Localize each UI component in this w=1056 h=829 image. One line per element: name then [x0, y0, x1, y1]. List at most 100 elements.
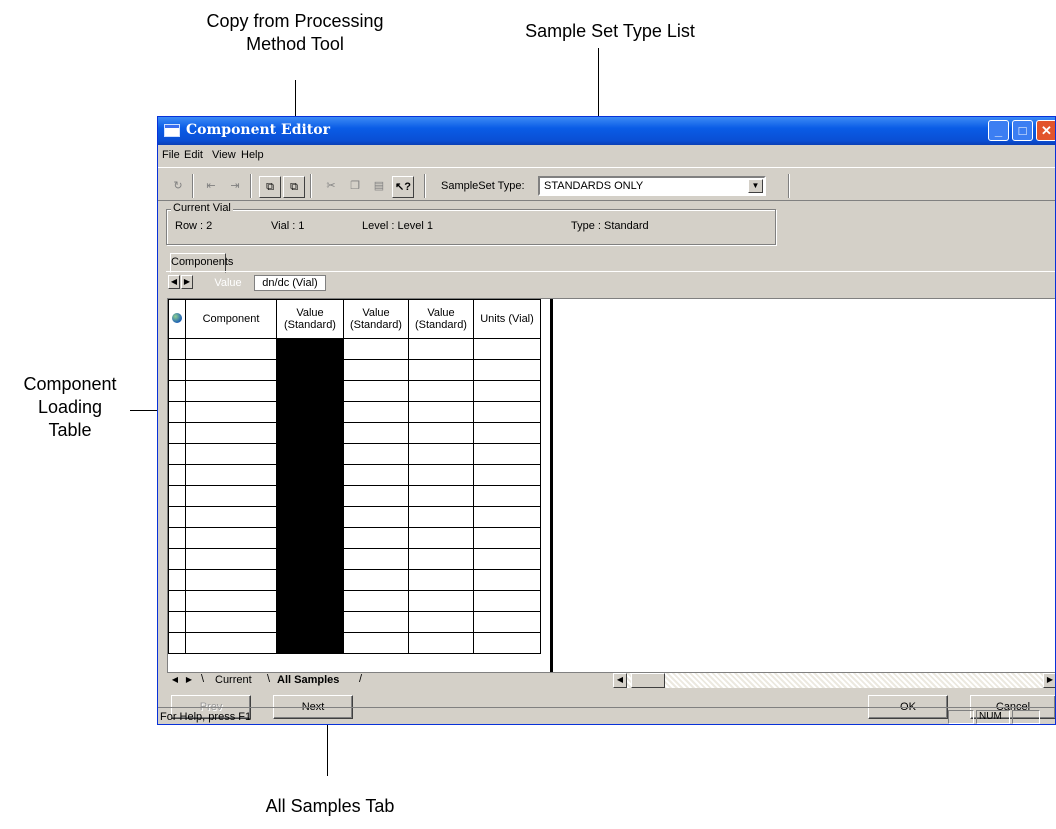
component-cell[interactable]: [185, 527, 277, 549]
close-button[interactable]: ✕: [1036, 120, 1055, 141]
scrollbar-thumb[interactable]: [631, 673, 665, 688]
value-standard-cell[interactable]: [343, 485, 409, 507]
value-standard-cell[interactable]: [408, 338, 474, 360]
value-standard-cell[interactable]: [408, 359, 474, 381]
menu-file[interactable]: File: [162, 149, 180, 161]
header-component[interactable]: Component: [185, 299, 277, 339]
refresh-icon[interactable]: ↻: [167, 176, 189, 198]
value-standard-cell[interactable]: [276, 611, 344, 633]
horizontal-scrollbar[interactable]: ◀ ▶: [613, 673, 1055, 688]
component-cell[interactable]: [185, 359, 277, 381]
component-cell[interactable]: [185, 422, 277, 444]
value-standard-cell[interactable]: [343, 380, 409, 402]
table-row[interactable]: [168, 359, 541, 381]
row-header-cell[interactable]: [168, 527, 186, 549]
sheet-scroll-right-icon[interactable]: ▶: [183, 674, 195, 688]
tab-value[interactable]: Value: [204, 275, 252, 291]
units-vial-cell[interactable]: [473, 527, 541, 549]
value-standard-cell[interactable]: [343, 548, 409, 570]
value-standard-cell[interactable]: [343, 569, 409, 591]
row-header-cell[interactable]: [168, 464, 186, 486]
units-vial-cell[interactable]: [473, 401, 541, 423]
header-units-vial[interactable]: Units (Vial): [473, 299, 541, 339]
value-standard-cell[interactable]: [343, 401, 409, 423]
value-standard-cell[interactable]: [408, 569, 474, 591]
value-standard-cell[interactable]: [408, 548, 474, 570]
row-header-cell[interactable]: [168, 548, 186, 570]
units-vial-cell[interactable]: [473, 548, 541, 570]
row-header-cell[interactable]: [168, 338, 186, 360]
table-row[interactable]: [168, 464, 541, 486]
component-cell[interactable]: [185, 401, 277, 423]
header-value-standard-2[interactable]: Value (Standard): [343, 299, 409, 339]
row-header-cell[interactable]: [168, 611, 186, 633]
table-row[interactable]: [168, 590, 541, 612]
table-row[interactable]: [168, 527, 541, 549]
table-row[interactable]: [168, 548, 541, 570]
component-cell[interactable]: [185, 443, 277, 465]
units-vial-cell[interactable]: [473, 338, 541, 360]
value-standard-cell[interactable]: [408, 590, 474, 612]
row-header-cell[interactable]: [168, 443, 186, 465]
menu-view[interactable]: View: [212, 149, 236, 161]
value-standard-cell[interactable]: [276, 590, 344, 612]
chevron-down-icon[interactable]: ▼: [748, 179, 763, 193]
units-vial-cell[interactable]: [473, 569, 541, 591]
value-standard-cell[interactable]: [343, 527, 409, 549]
units-vial-cell[interactable]: [473, 464, 541, 486]
row-header-cell[interactable]: [168, 632, 186, 654]
value-standard-cell[interactable]: [276, 401, 344, 423]
menu-help[interactable]: Help: [241, 149, 264, 161]
row-header-cell[interactable]: [168, 359, 186, 381]
scroll-left-icon[interactable]: ◀: [613, 673, 627, 688]
table-row[interactable]: [168, 380, 541, 402]
value-standard-cell[interactable]: [276, 464, 344, 486]
row-header-cell[interactable]: [168, 590, 186, 612]
table-row[interactable]: [168, 569, 541, 591]
component-cell[interactable]: [185, 506, 277, 528]
component-cell[interactable]: [185, 632, 277, 654]
maximize-button[interactable]: □: [1012, 120, 1033, 141]
copy-to-processing-method-icon[interactable]: ⧉: [283, 176, 305, 198]
cut-icon[interactable]: ✂: [320, 176, 342, 198]
table-row[interactable]: [168, 422, 541, 444]
scroll-right-icon[interactable]: ▶: [1043, 673, 1055, 688]
units-vial-cell[interactable]: [473, 443, 541, 465]
value-standard-cell[interactable]: [276, 506, 344, 528]
units-vial-cell[interactable]: [473, 611, 541, 633]
value-standard-cell[interactable]: [276, 548, 344, 570]
row-header-cell[interactable]: [168, 401, 186, 423]
sheet-scroll-left-icon[interactable]: ◀: [169, 674, 181, 688]
table-row[interactable]: [168, 506, 541, 528]
value-standard-cell[interactable]: [408, 443, 474, 465]
component-cell[interactable]: [185, 590, 277, 612]
units-vial-cell[interactable]: [473, 359, 541, 381]
value-standard-cell[interactable]: [343, 422, 409, 444]
units-vial-cell[interactable]: [473, 380, 541, 402]
component-cell[interactable]: [185, 380, 277, 402]
units-vial-cell[interactable]: [473, 506, 541, 528]
table-row[interactable]: [168, 443, 541, 465]
row-header-cell[interactable]: [168, 485, 186, 507]
units-vial-cell[interactable]: [473, 485, 541, 507]
header-value-standard-3[interactable]: Value (Standard): [408, 299, 474, 339]
value-standard-cell[interactable]: [408, 632, 474, 654]
table-row[interactable]: [168, 632, 541, 654]
component-cell[interactable]: [185, 611, 277, 633]
value-standard-cell[interactable]: [276, 485, 344, 507]
value-standard-cell[interactable]: [343, 464, 409, 486]
copy-icon[interactable]: ❐: [344, 176, 366, 198]
value-standard-cell[interactable]: [276, 443, 344, 465]
value-standard-cell[interactable]: [343, 611, 409, 633]
value-standard-cell[interactable]: [276, 527, 344, 549]
row-header-cell[interactable]: [168, 569, 186, 591]
context-help-icon[interactable]: ↖?: [392, 176, 414, 198]
sheet-tab-current[interactable]: Current: [215, 674, 252, 686]
row-header-cell[interactable]: [168, 506, 186, 528]
value-standard-cell[interactable]: [276, 632, 344, 654]
globe-icon[interactable]: [168, 299, 186, 339]
row-header-cell[interactable]: [168, 380, 186, 402]
value-standard-cell[interactable]: [408, 401, 474, 423]
tab-dndc-vial[interactable]: dn/dc (Vial): [254, 275, 326, 291]
delete-row-icon[interactable]: ⇥: [224, 176, 246, 198]
